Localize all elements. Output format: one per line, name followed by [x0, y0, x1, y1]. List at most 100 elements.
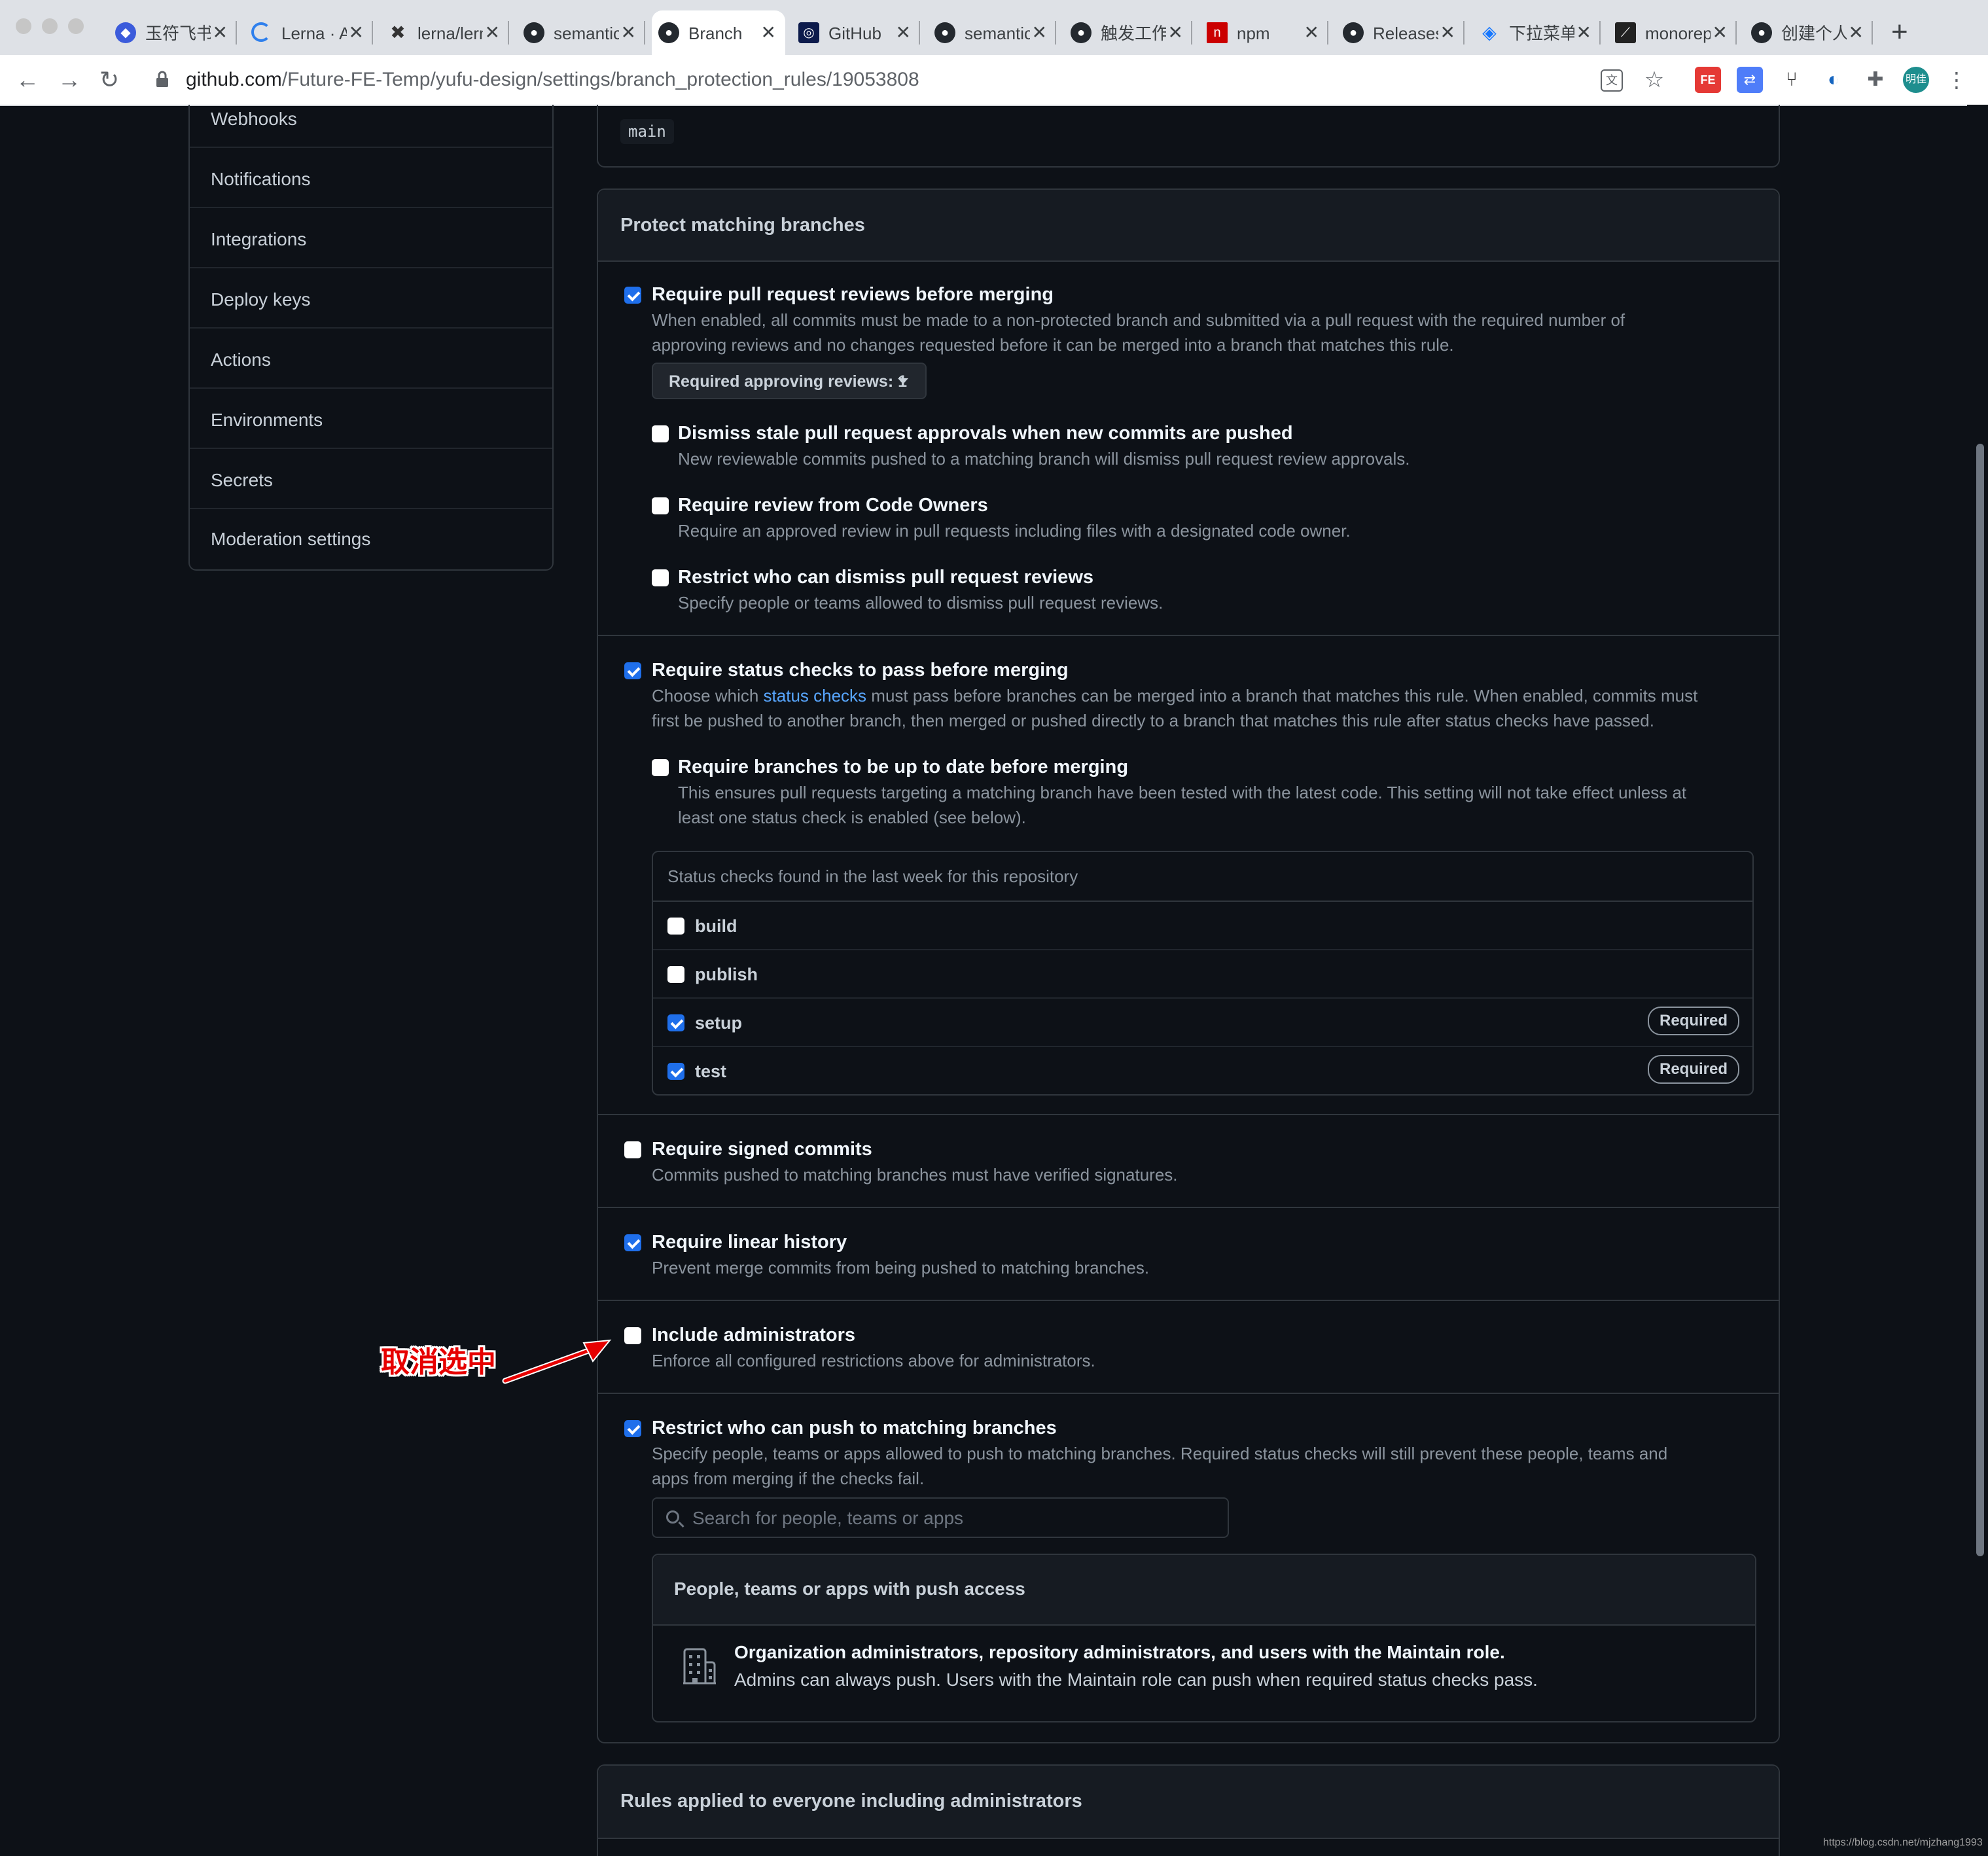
window-minimize-button[interactable]	[42, 18, 58, 34]
browser-tab[interactable]: n npm ✕	[1200, 10, 1328, 55]
option-title: Require pull request reviews before merg…	[652, 284, 1054, 305]
divider	[598, 635, 1779, 636]
divider	[598, 1393, 1779, 1394]
annotation-label: 取消选中	[381, 1346, 496, 1379]
url-field[interactable]: github.com/Future-FE-Temp/yufu-design/se…	[186, 67, 919, 93]
status-check-row[interactable]: build	[653, 902, 1752, 950]
require-up-to-date-checkbox[interactable]	[652, 759, 669, 776]
github-icon: ●	[934, 22, 955, 43]
tab-title: Releases	[1373, 24, 1438, 43]
browser-tab[interactable]: ● Releases ✕	[1336, 10, 1464, 55]
close-icon[interactable]: ✕	[485, 22, 500, 43]
translate-icon[interactable]: 文	[1601, 69, 1623, 92]
required-approving-reviews-dropdown[interactable]: Required approving reviews: 1	[652, 363, 927, 399]
status-check-row[interactable]: test Required	[653, 1047, 1752, 1094]
sidebar-item-webhooks[interactable]: Webhooks	[190, 105, 552, 148]
page-scrollbar[interactable]	[1967, 105, 1988, 1855]
browser-tab[interactable]: ◆ 玉符飞书 ✕	[109, 10, 237, 55]
close-icon[interactable]: ✕	[1304, 22, 1319, 43]
browser-tab[interactable]: ● semantic ✕	[928, 10, 1056, 55]
push-access-box: People, teams or apps with push access O…	[652, 1554, 1756, 1722]
window-close-button[interactable]	[16, 18, 31, 34]
status-check-checkbox[interactable]	[667, 918, 684, 935]
dismiss-stale-approvals-checkbox[interactable]	[652, 425, 669, 442]
restrict-dismiss-checkbox[interactable]	[652, 569, 669, 586]
close-icon[interactable]: ✕	[349, 22, 364, 43]
sidebar-item-deploy-keys[interactable]: Deploy keys	[190, 268, 552, 329]
close-icon[interactable]: ✕	[761, 22, 776, 43]
caret-down-icon	[898, 378, 908, 384]
translate-extension-icon[interactable]: ⇄	[1737, 67, 1763, 93]
browser-tab[interactable]: ◈ 下拉菜单 ✕	[1472, 10, 1601, 55]
kebab-menu-icon[interactable]: ⋮	[1946, 67, 1967, 93]
browser-tab[interactable]: ◎ GitHub ✕	[792, 10, 920, 55]
reload-icon[interactable]: ↻	[99, 68, 119, 92]
sidebar-item-secrets[interactable]: Secrets	[190, 449, 552, 509]
require-status-checks-checkbox[interactable]	[624, 662, 641, 679]
close-icon[interactable]: ✕	[1168, 22, 1183, 43]
status-check-checkbox[interactable]	[667, 966, 684, 983]
scrollbar-thumb[interactable]	[1976, 444, 1984, 1556]
sidebar-item-notifications[interactable]: Notifications	[190, 148, 552, 208]
search-input[interactable]	[691, 1504, 1217, 1533]
sidebar-item-integrations[interactable]: Integrations	[190, 208, 552, 268]
loading-icon	[251, 22, 271, 42]
close-icon[interactable]: ✕	[1440, 22, 1455, 43]
close-icon[interactable]: ✕	[1713, 22, 1728, 43]
puzzle-icon[interactable]: ✚	[1862, 67, 1889, 93]
sidebar-item-actions[interactable]: Actions	[190, 329, 552, 389]
annotation-arrow-icon	[502, 1339, 612, 1384]
status-check-checkbox[interactable]	[667, 1014, 684, 1031]
require-linear-history-checkbox[interactable]	[624, 1234, 641, 1251]
sidebar-item-moderation-settings[interactable]: Moderation settings	[190, 509, 552, 569]
close-icon[interactable]: ✕	[1849, 22, 1864, 43]
browser-tab[interactable]: Lerna · A ✕	[245, 10, 373, 55]
status-check-row[interactable]: setup Required	[653, 999, 1752, 1047]
status-checks-link[interactable]: status checks	[764, 686, 867, 705]
browser-tab[interactable]: ● 创建个人 ✕	[1745, 10, 1873, 55]
close-icon[interactable]: ✕	[896, 22, 911, 43]
sidebar-item-environments[interactable]: Environments	[190, 389, 552, 449]
tab-title: Lerna · A	[281, 24, 347, 43]
new-tab-button[interactable]: +	[1891, 16, 1908, 48]
branch-extension-icon[interactable]: ⑂	[1779, 67, 1805, 93]
search-icon	[666, 1510, 679, 1524]
close-icon[interactable]: ✕	[1032, 22, 1047, 43]
browser-tab[interactable]: ⟋ monorepo ✕	[1608, 10, 1737, 55]
lock-icon[interactable]	[156, 71, 169, 88]
github-dark-icon: ◎	[798, 22, 819, 43]
panel-title: Rules applied to everyone including admi…	[620, 1791, 1082, 1811]
panel-header: Rules applied to everyone including admi…	[598, 1766, 1779, 1839]
browser-tab[interactable]: ✖ lerna/lerna ✕	[381, 10, 509, 55]
require-pr-reviews-checkbox[interactable]	[624, 287, 641, 304]
github-icon: ●	[1071, 22, 1092, 43]
fe-extension-icon[interactable]: FE	[1695, 67, 1721, 93]
browser-tab[interactable]: ● semantic ✕	[517, 10, 645, 55]
restrict-push-checkbox[interactable]	[624, 1420, 641, 1437]
avatar[interactable]: 明佳	[1903, 67, 1929, 93]
option-title: Dismiss stale pull request approvals whe…	[678, 423, 1293, 444]
require-signed-commits-checkbox[interactable]	[624, 1141, 641, 1158]
sidebar-item-label: Actions	[211, 349, 271, 370]
option-title: Require status checks to pass before mer…	[652, 660, 1069, 681]
panel-header: Protect matching branches	[598, 190, 1779, 262]
back-icon[interactable]: ←	[16, 68, 39, 92]
status-check-row[interactable]: publish	[653, 950, 1752, 999]
option-title: Restrict who can dismiss pull request re…	[678, 567, 1093, 588]
organization-icon	[683, 1648, 716, 1685]
browser-tab-active[interactable]: ● Branch ✕	[652, 10, 785, 55]
browser-tab[interactable]: ● 触发工作 ✕	[1064, 10, 1192, 55]
window-zoom-button[interactable]	[68, 18, 84, 34]
close-icon[interactable]: ✕	[213, 22, 228, 43]
forward-icon[interactable]: →	[58, 68, 81, 92]
star-icon[interactable]: ☆	[1641, 67, 1667, 93]
status-check-checkbox[interactable]	[667, 1063, 684, 1080]
tab-title: lerna/lerna	[417, 24, 483, 43]
devtools-extension-icon[interactable]: ◐	[1820, 67, 1847, 93]
close-icon[interactable]: ✕	[621, 22, 636, 43]
close-icon[interactable]: ✕	[1576, 22, 1591, 43]
include-administrators-checkbox[interactable]	[624, 1327, 641, 1344]
require-code-owners-checkbox[interactable]	[652, 497, 669, 514]
settings-sidebar: Webhooks Notifications Integrations Depl…	[188, 105, 554, 571]
branch-pattern-box: main	[597, 105, 1780, 168]
